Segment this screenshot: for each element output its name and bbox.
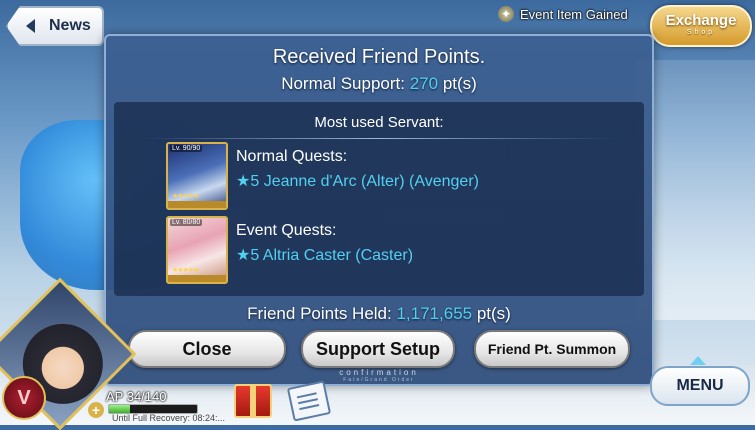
- servant-name: ★5 Altria Caster (Caster): [236, 247, 414, 264]
- news-label: News: [49, 17, 91, 34]
- most-used-servant-panel: Most used Servant: Lv. 90/90 ★★★★★ Norma…: [114, 102, 644, 296]
- gift-icon[interactable]: [234, 384, 272, 418]
- star-icon: ✦: [498, 6, 514, 22]
- recovery-text: Until Full Recovery: 08:24:...: [112, 413, 226, 423]
- divider: [144, 138, 614, 139]
- servant-row-event: Lv. 80/80 ★★★★★ Event Quests: ★5 Altria …: [166, 216, 413, 284]
- confirmation-text: confirmation: [339, 368, 419, 377]
- ap-recover-button[interactable]: +: [88, 402, 104, 418]
- friend-point-summon-button[interactable]: Friend Pt. Summon: [474, 330, 630, 368]
- servant-tag: [168, 275, 226, 282]
- chevron-up-icon: [690, 356, 706, 365]
- friend-held-unit: pt(s): [476, 304, 511, 323]
- ap-bar-fill: [109, 405, 131, 413]
- dialog-title: Received Friend Points.: [272, 46, 486, 68]
- exchange-label: Exchange: [665, 12, 737, 29]
- class-emblem-icon: V: [2, 376, 46, 420]
- friend-points-dialog: Received Friend Points. Normal Support: …: [104, 34, 654, 386]
- servant-tag: [168, 201, 226, 208]
- fgo-watermark: Fate/Grand Order: [343, 377, 415, 383]
- servant-level: Lv. 80/80: [170, 219, 203, 226]
- normal-support-value: 270: [409, 74, 439, 93]
- close-button[interactable]: Close: [128, 330, 286, 368]
- support-setup-button[interactable]: Support Setup: [301, 330, 455, 368]
- servant-level: Lv. 90/90: [170, 145, 203, 152]
- servant-info: Event Quests: ★5 Altria Caster (Caster): [236, 222, 413, 265]
- friend-held-value: 1,171,655: [396, 304, 473, 323]
- servant-stars: ★★★★★: [172, 193, 199, 200]
- servant-info: Normal Quests: ★5 Jeanne d'Arc (Alter) (…: [236, 148, 479, 191]
- normal-support-label: Normal Support:: [281, 74, 405, 93]
- news-button[interactable]: News: [6, 6, 104, 46]
- normal-support-unit: pt(s): [442, 74, 477, 93]
- friend-points-held-line: Friend Points Held: 1,171,655 pt(s): [106, 304, 652, 324]
- servant-stars: ★★★★★: [172, 267, 199, 274]
- menu-button[interactable]: MENU: [650, 366, 750, 406]
- panel-title: Most used Servant:: [314, 114, 444, 131]
- servant-card[interactable]: Lv. 80/80 ★★★★★: [166, 216, 228, 284]
- servant-card[interactable]: Lv. 90/90 ★★★★★: [166, 142, 228, 210]
- ap-label: AP 34/140: [106, 389, 167, 404]
- friend-held-label: Friend Points Held:: [247, 304, 392, 323]
- quest-label: Normal Quests:: [236, 148, 348, 165]
- exchange-shop-button[interactable]: Exchange Shop: [650, 5, 752, 47]
- normal-support-line: Normal Support: 270 pt(s): [106, 74, 652, 94]
- servant-name: ★5 Jeanne d'Arc (Alter) (Avenger): [236, 173, 479, 190]
- exchange-sub-label: Shop: [686, 29, 716, 36]
- event-item-notice: ✦ Event Item Gained: [498, 4, 628, 24]
- event-item-text: Event Item Gained: [520, 6, 628, 22]
- quest-label: Event Quests:: [236, 222, 337, 239]
- servant-row-normal: Lv. 90/90 ★★★★★ Normal Quests: ★5 Jeanne…: [166, 142, 479, 210]
- chevron-left-icon: [26, 19, 35, 33]
